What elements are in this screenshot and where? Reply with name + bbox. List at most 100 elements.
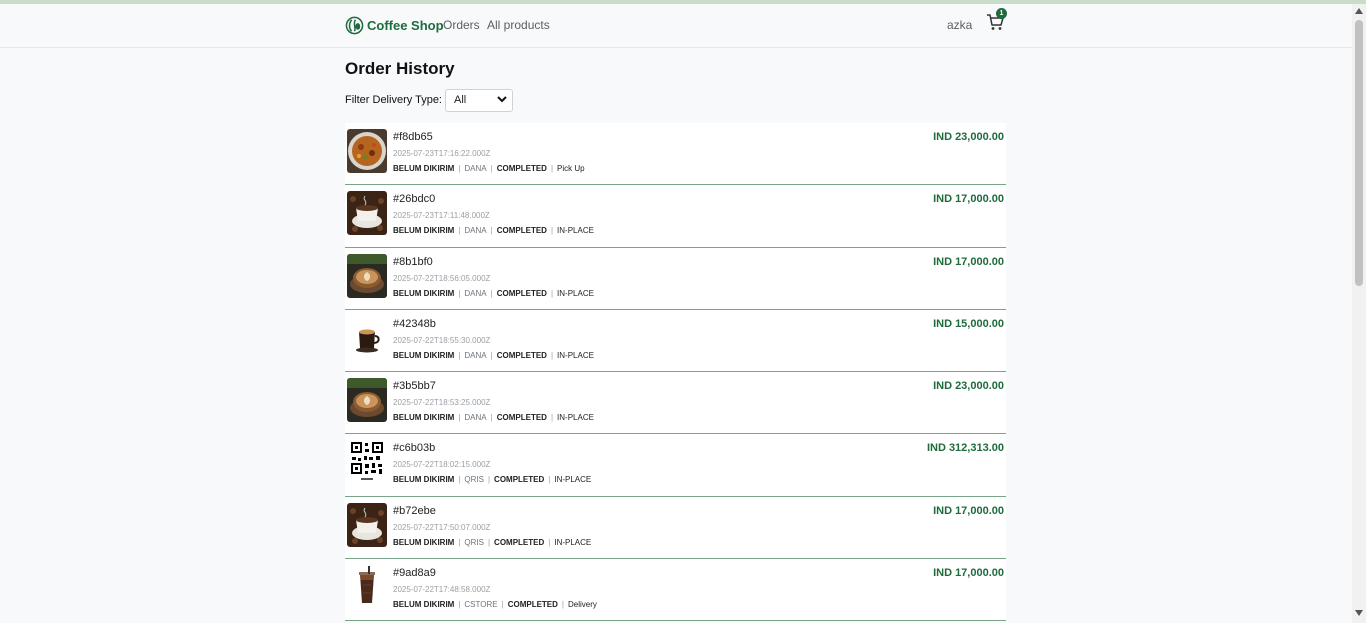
order-status: COMPLETED — [507, 600, 558, 610]
meta-separator: | — [458, 288, 461, 298]
order-delivery-type: Delivery — [568, 600, 597, 610]
order-payment-method: DANA — [464, 164, 487, 173]
chevron-down-icon — [497, 96, 507, 103]
order-payment-method: CSTORE — [464, 600, 498, 610]
meta-separator: | — [561, 600, 564, 610]
meta-separator: | — [458, 475, 461, 485]
order-status: COMPLETED — [496, 413, 547, 423]
meta-separator: | — [550, 226, 554, 236]
order-row[interactable]: #26bdc0 2025-07-23T17:11:48.000Z BELUM DIK… — [345, 185, 1006, 248]
order-status: COMPLETED — [496, 226, 547, 236]
order-date: 2025-07-23T17:11:48.000Z — [393, 211, 490, 221]
order-payment-method: QRIS — [464, 475, 484, 485]
order-shipping-status: BELUM DIKIRIM — [393, 164, 455, 173]
order-shipping-status: BELUM DIKIRIM — [393, 537, 455, 547]
meta-separator: | — [490, 288, 493, 298]
order-price: IND 17,000.00 — [933, 567, 1004, 580]
order-thumbnail — [347, 378, 387, 423]
meta-separator: | — [550, 288, 554, 298]
brand-link[interactable]: Coffee Shop — [345, 16, 444, 35]
order-price: IND 17,000.00 — [933, 504, 1004, 517]
order-thumbnail — [347, 565, 387, 610]
meta-separator: | — [487, 537, 491, 547]
meta-separator: | — [458, 226, 461, 236]
order-status: COMPLETED — [496, 164, 547, 173]
meta-separator: | — [550, 164, 554, 173]
order-row[interactable]: #9ad8a9 2025-07-22T17:48:58.000Z BELUM DIK… — [345, 559, 1006, 622]
order-status: COMPLETED — [496, 350, 547, 360]
nav-user-name[interactable]: azka — [947, 18, 972, 32]
order-date: 2025-07-23T17:16:22.000Z — [393, 149, 491, 158]
order-id: #b72ebe — [393, 504, 436, 517]
scrollbar-thumb[interactable] — [1355, 20, 1363, 286]
order-row[interactable]: #c6b03b 2025-07-22T18:02:15.000Z BELUM DIK… — [345, 434, 1006, 497]
order-payment-method: DANA — [464, 288, 487, 298]
order-payment-method: QRIS — [464, 537, 484, 547]
scroll-down-arrow-icon[interactable] — [1355, 610, 1363, 616]
order-thumbnail — [347, 502, 387, 547]
order-row[interactable]: #f8db65 2025-07-23T17:16:22.000Z BELUM DIK… — [345, 123, 1006, 186]
order-delivery-type: Pick Up — [557, 164, 585, 173]
meta-separator: | — [458, 537, 461, 547]
order-meta: BELUM DIKIRIM | CSTORE | COMPLETED | Delivery — [393, 600, 597, 609]
order-meta: BELUM DIKIRIM | DANA | COMPLETED | IN-PLACE — [393, 351, 594, 360]
order-meta: BELUM DIKIRIM | QRIS | COMPLETED | IN-PLACE — [393, 475, 591, 484]
order-shipping-status: BELUM DIKIRIM — [393, 413, 455, 423]
navbar: Coffee Shop Orders All products azka — [0, 4, 1352, 48]
order-row[interactable]: #8b1bf0 2025-07-22T18:56:05.000Z BELUM DIK… — [345, 247, 1006, 310]
order-date: 2025-07-22T17:48:58.000Z — [393, 585, 491, 595]
order-delivery-type: IN-PLACE — [557, 288, 594, 298]
filter-delivery-value: All — [454, 94, 467, 106]
order-price: IND 23,000.00 — [933, 131, 1004, 143]
meta-separator: | — [458, 164, 461, 173]
meta-separator: | — [548, 537, 551, 547]
order-row[interactable]: #b72ebe 2025-07-22T17:50:07.000Z BELUM DIK… — [345, 496, 1006, 560]
filter-delivery-label: Filter Delivery Type: — [345, 94, 442, 106]
order-shipping-status: BELUM DIKIRIM — [393, 350, 455, 360]
order-thumbnail — [347, 440, 387, 485]
order-shipping-status: BELUM DIKIRIM — [393, 226, 455, 236]
order-row[interactable]: #42348b 2025-07-22T18:55:30.000Z BELUM DIK… — [345, 309, 1006, 373]
order-meta: BELUM DIKIRIM | DANA | COMPLETED | IN-PLACE — [393, 226, 594, 235]
order-date: 2025-07-22T18:53:25.000Z — [393, 398, 491, 408]
order-meta: BELUM DIKIRIM | DANA | COMPLETED | IN-PLACE — [393, 289, 594, 298]
order-price: IND 17,000.00 — [933, 255, 1004, 268]
order-price: IND 15,000.00 — [933, 317, 1004, 330]
order-payment-method: DANA — [464, 226, 487, 236]
order-meta: BELUM DIKIRIM | DANA | COMPLETED | Pick Up — [393, 164, 585, 173]
order-status: COMPLETED — [494, 537, 545, 547]
order-status: COMPLETED — [494, 475, 545, 485]
order-date: 2025-07-22T17:50:07.000Z — [393, 522, 491, 532]
order-delivery-type: IN-PLACE — [557, 350, 594, 360]
order-thumbnail — [347, 191, 387, 236]
meta-separator: | — [548, 475, 551, 485]
meta-separator: | — [458, 350, 461, 360]
meta-separator: | — [487, 475, 491, 485]
order-shipping-status: BELUM DIKIRIM — [393, 475, 455, 485]
order-date: 2025-07-22T18:56:05.000Z — [393, 273, 491, 283]
meta-separator: | — [501, 600, 504, 610]
order-delivery-type: IN-PLACE — [557, 413, 594, 423]
order-shipping-status: BELUM DIKIRIM — [393, 600, 455, 610]
order-row[interactable]: #3b5bb7 2025-07-22T18:53:25.000Z BELUM DIK… — [345, 372, 1006, 435]
order-id: #3b5bb7 — [393, 380, 436, 393]
order-id: #9ad8a9 — [393, 567, 436, 580]
nav-link-all-products[interactable]: All products — [487, 18, 550, 32]
nav-link-orders[interactable]: Orders — [443, 18, 480, 32]
meta-separator: | — [490, 226, 493, 236]
meta-separator: | — [490, 350, 493, 360]
order-payment-method: DANA — [464, 413, 487, 423]
order-thumbnail — [347, 129, 387, 173]
meta-separator: | — [550, 350, 554, 360]
order-id: #8b1bf0 — [393, 255, 433, 268]
meta-separator: | — [550, 413, 554, 423]
order-payment-method: DANA — [464, 350, 487, 360]
order-id: #26bdc0 — [393, 193, 436, 206]
meta-separator: | — [490, 413, 493, 423]
meta-separator: | — [458, 600, 461, 610]
order-id: #42348b — [393, 317, 436, 330]
page-title: Order History — [345, 59, 455, 78]
order-price: IND 23,000.00 — [933, 380, 1004, 393]
scroll-up-arrow-icon[interactable] — [1355, 8, 1363, 14]
meta-separator: | — [458, 413, 461, 423]
